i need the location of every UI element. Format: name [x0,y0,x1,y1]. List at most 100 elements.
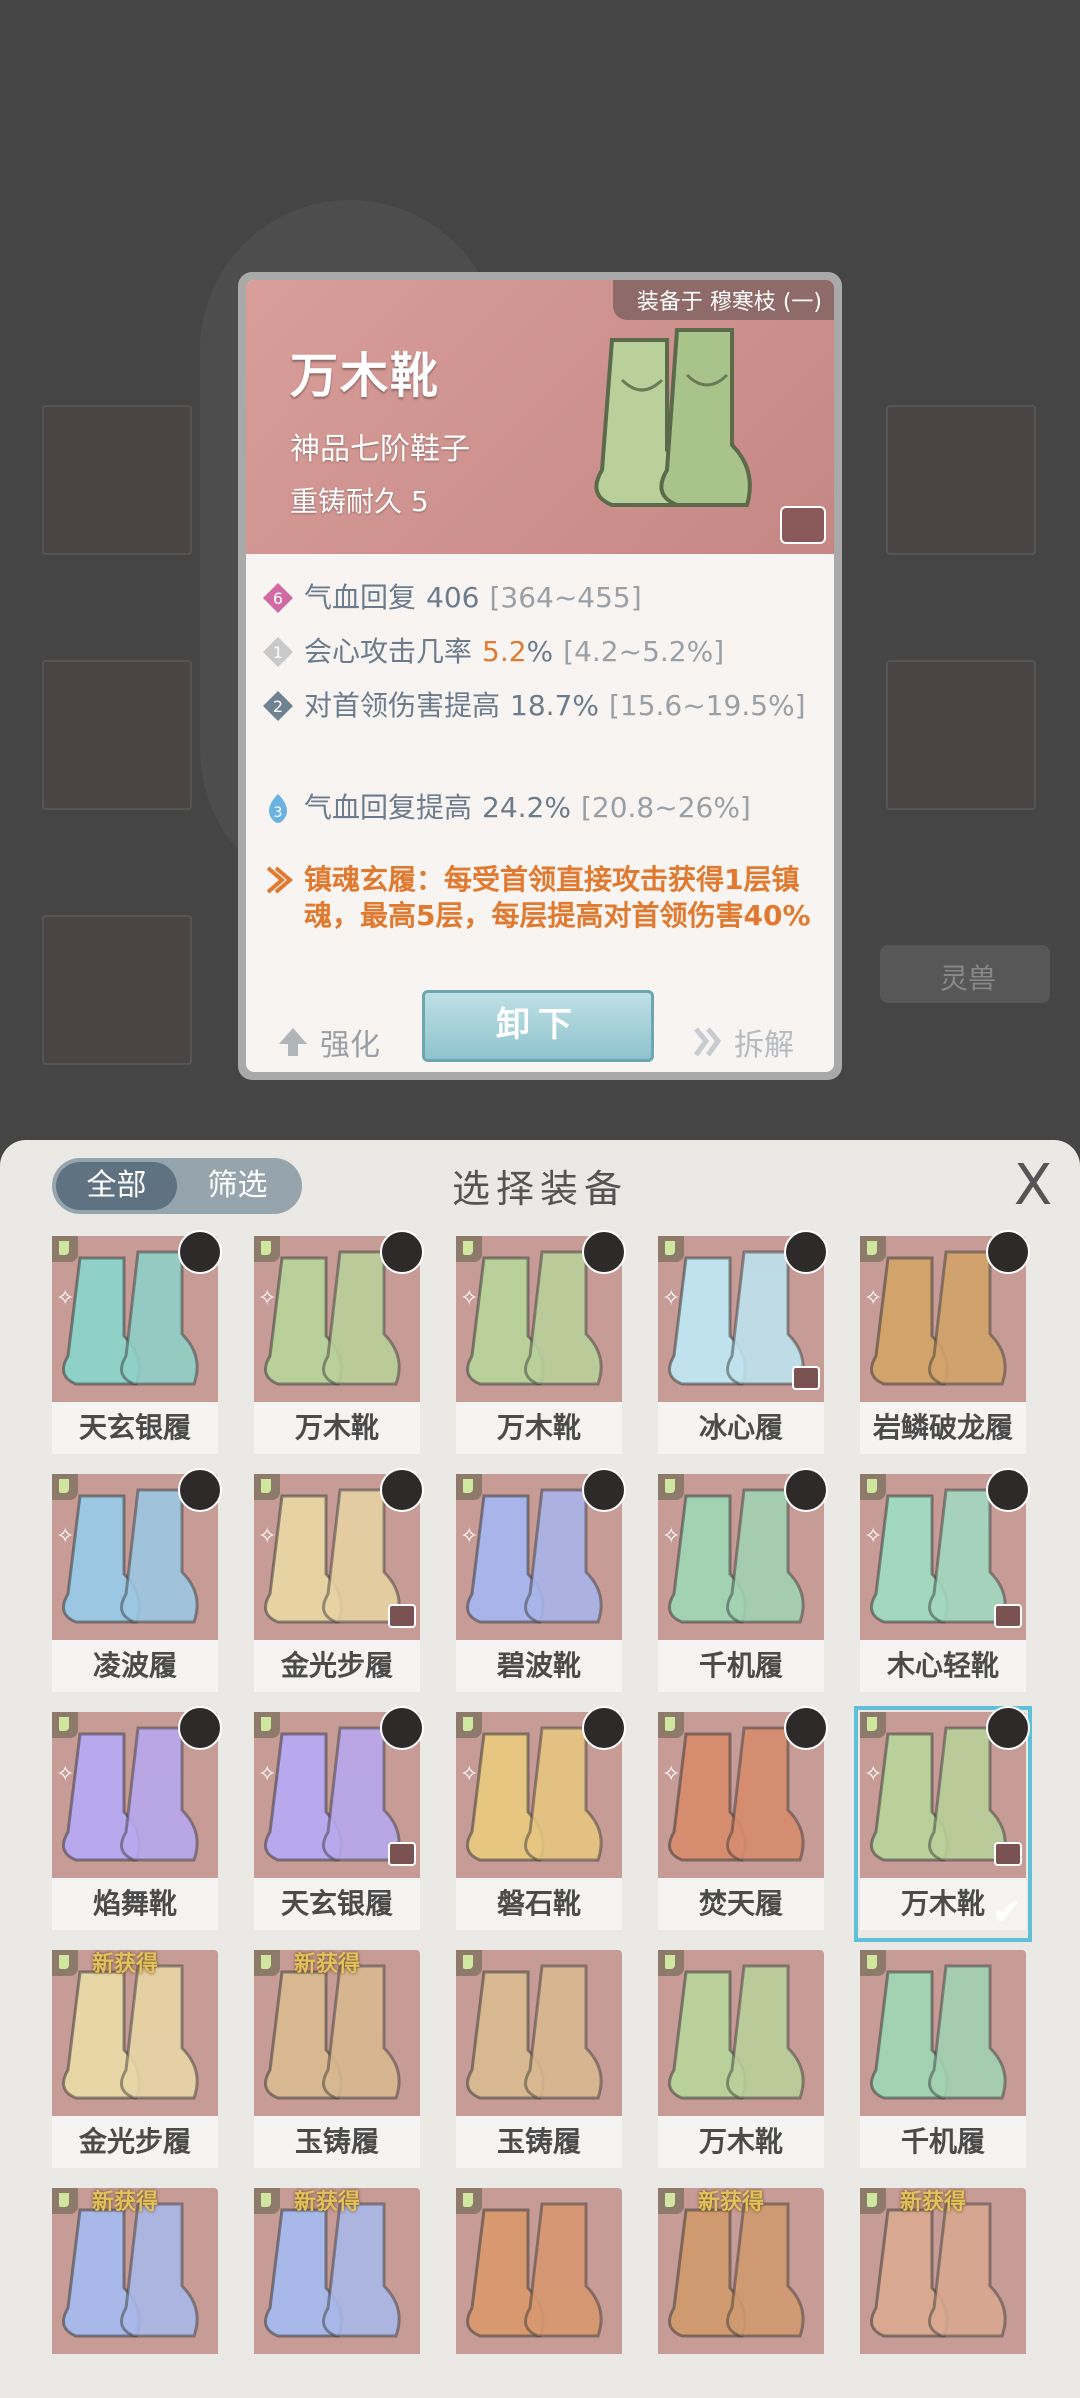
boots-icon [466,1964,603,2100]
equipment-slot[interactable]: ✧ 凌波履 [52,1468,222,1698]
owner-avatar [380,1706,424,1750]
owner-avatar [582,1468,626,1512]
boot-type-icon [658,1236,684,1262]
boot-type-icon [254,1236,280,1262]
dismantle-icon [693,1027,722,1057]
equipment-name: 金光步履 [52,2116,218,2168]
equipment-slot[interactable]: 新获得 [860,2188,1026,2398]
equipment-slot[interactable]: ✧ 天玄银履 [254,1706,424,1936]
equipment-slot[interactable]: ✧ 碧波靴 [456,1468,626,1698]
equipment-slot[interactable]: ✧ 金光步履 [254,1468,424,1698]
equipment-slot[interactable]: ✧ 焚天履 [658,1706,828,1936]
boot-type-icon [254,1950,280,1976]
equipment-slot[interactable]: 万木靴 [658,1950,824,2174]
background-slot [886,660,1036,810]
equipment-slot[interactable]: ✧ 万木靴 ✔ [854,1706,1032,1942]
dismantle-label: 拆解 [734,1028,794,1063]
set-mark-icon: ✧ [662,1524,681,1549]
equipment-slot[interactable]: 新获得 [658,2188,824,2398]
set-mark-icon: ✧ [258,1524,277,1549]
owner-avatar [784,1230,828,1274]
stat-row: 2 对首领伤害提高 18.7% [15.6~19.5%] [262,688,822,724]
background-slot [42,405,192,555]
equipment-slot[interactable]: 玉铸履 [456,1950,622,2174]
equipment-name: 碧波靴 [456,1640,622,1692]
boot-type-icon [658,2188,684,2214]
close-button[interactable]: X [1008,1158,1058,1214]
boot-type-icon [52,1712,78,1738]
game-screen: { "background_tab": "灵兽", "detail": { "e… [0,0,1080,2398]
set-mark-icon: ✧ [460,1762,479,1787]
owner-avatar [784,1468,828,1512]
diamond-badge-icon: 6 [263,583,293,613]
new-acquired-tag: 新获得 [698,2190,765,2215]
equipment-name: 万木靴 [456,1402,622,1454]
svg-text:1: 1 [273,643,283,662]
equipment-slot[interactable]: 新获得 [52,2188,218,2398]
equipment-slot[interactable] [456,2188,622,2398]
stat-range: [20.8~26%] [580,791,751,824]
set-effect-icon [266,866,294,894]
equipment-name: 磐石靴 [456,1878,622,1930]
background-slot [42,660,192,810]
svg-text:3: 3 [274,805,283,821]
enhance-label: 强化 [320,1028,380,1063]
dismantle-button[interactable]: 拆解 [690,1020,794,1064]
flame-badge-icon: 3 [269,794,287,823]
equipment-slot[interactable]: ✧ 焰舞靴 [52,1706,222,1936]
equipment-slot[interactable]: ✧ 磐石靴 [456,1706,626,1936]
lock-icon [994,1842,1022,1866]
unequip-button[interactable]: 卸下 [422,990,654,1062]
stat-value: 18.7% [510,689,599,722]
new-acquired-tag: 新获得 [92,2190,159,2215]
set-mark-icon: ✧ [56,1762,75,1787]
enhance-button[interactable]: 强化 [276,1020,380,1064]
owner-avatar [986,1468,1030,1512]
arrow-up-icon [279,1028,307,1056]
select-equipment-panel: 全部 筛选 选择装备 X ✧ 天玄银履 ✧ 万木靴 ✧ 万木靴 ✧ 冰心履 ✧ 岩鳞破龙履 ✧ 凌波履… [0,1140,1080,2398]
svg-text:6: 6 [273,589,283,608]
set-mark-icon: ✧ [864,1286,883,1311]
set-mark-icon: ✧ [258,1286,277,1311]
equipment-slot[interactable]: ✧ 万木靴 [456,1230,626,1460]
equipment-name: 千机履 [860,2116,1026,2168]
equipment-name: 天玄银履 [254,1878,420,1930]
equipment-slot[interactable]: 新获得玉铸履 [254,1950,420,2174]
equipment-slot[interactable]: ✧ 千机履 [658,1468,828,1698]
equipment-slot[interactable]: 千机履 [860,1950,1026,2174]
equipment-name: 凌波履 [52,1640,218,1692]
stat-range: [4.2~5.2%] [563,635,725,668]
equipment-slot[interactable]: ✧ 冰心履 [658,1230,828,1460]
stat-range: [364~455] [489,581,642,614]
boot-type-icon [52,1236,78,1262]
background-tab-spirit-beast: 灵兽 [880,945,1050,1003]
boots-illustration [594,328,752,507]
item-name: 万木靴 [290,348,441,404]
boot-type-icon [658,1712,684,1738]
stat-name: 气血回复提高 [304,791,473,824]
stat-value: 24.2% [482,791,571,824]
equipment-name: 玉铸履 [456,2116,622,2168]
equipment-slot[interactable]: ✧ 天玄银履 [52,1230,222,1460]
equipment-slot[interactable]: ✧ 岩鳞破龙履 [860,1230,1030,1460]
owner-avatar [986,1230,1030,1274]
equipment-name: 天玄银履 [52,1402,218,1454]
equipment-slot[interactable]: 新获得 [254,2188,420,2398]
equipment-name: 玉铸履 [254,2116,420,2168]
stat-name: 对首领伤害提高 [304,689,501,722]
boot-type-icon [52,2188,78,2214]
set-mark-icon: ✧ [460,1524,479,1549]
owner-avatar [784,1706,828,1750]
stat-row: 1 会心攻击几率 5.2% [4.2~5.2%] [262,634,822,670]
stat-range: [15.6~19.5%] [608,689,806,722]
diamond-badge-icon: 2 [263,691,293,721]
lock-icon[interactable] [780,506,826,544]
equipment-slot[interactable]: 新获得 金光步履 [52,1950,218,2174]
equipment-slot[interactable]: ✧ 万木靴 [254,1230,424,1460]
background-slot [886,405,1036,555]
set-mark-icon: ✧ [662,1762,681,1787]
equipment-name: 木心轻靴 [860,1640,1026,1692]
new-acquired-tag: 新获得 [294,1952,361,1977]
equipment-slot-art [456,1950,622,2116]
equipment-slot[interactable]: ✧ 木心轻靴 [860,1468,1030,1698]
